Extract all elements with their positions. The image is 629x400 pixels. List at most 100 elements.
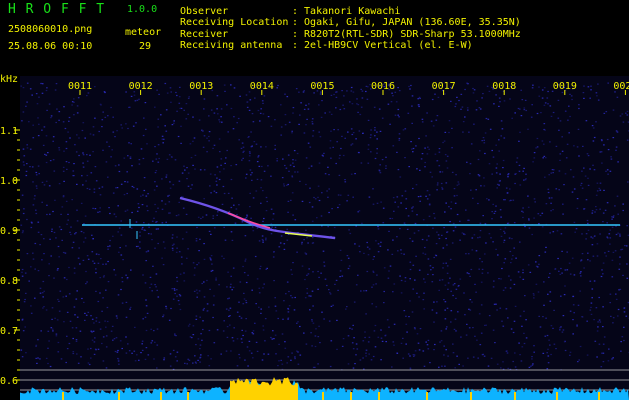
noise-speck — [71, 199, 73, 201]
noise-speck — [179, 273, 182, 275]
noise-speck — [51, 230, 53, 232]
noise-speck — [580, 260, 582, 262]
noise-speck — [561, 150, 564, 152]
noise-speck — [450, 310, 453, 312]
noise-speck — [56, 108, 58, 110]
noise-speck — [55, 335, 58, 337]
noise-speck — [223, 168, 225, 170]
noise-speck — [263, 353, 265, 355]
noise-speck — [292, 107, 295, 109]
noise-speck — [441, 188, 444, 190]
noise-speck — [301, 241, 303, 243]
noise-speck — [32, 124, 34, 126]
noise-speck — [201, 282, 203, 285]
noise-speck — [572, 304, 575, 306]
noise-speck — [445, 237, 447, 240]
noise-speck — [421, 121, 424, 123]
noise-speck — [176, 289, 178, 291]
noise-speck — [576, 325, 578, 327]
noise-speck — [352, 132, 355, 134]
noise-speck — [589, 260, 591, 262]
noise-speck — [327, 226, 329, 228]
noise-speck — [199, 357, 201, 359]
noise-speck — [21, 232, 24, 234]
noise-speck — [545, 246, 547, 248]
noise-speck — [84, 137, 86, 139]
noise-speck — [165, 305, 167, 307]
noise-speck — [487, 365, 490, 367]
noise-speck — [469, 309, 472, 311]
noise-speck — [287, 318, 289, 320]
noise-speck — [576, 146, 579, 148]
noise-speck — [438, 151, 441, 153]
noise-speck — [95, 290, 97, 292]
noise-speck — [426, 198, 429, 200]
noise-speck — [306, 292, 309, 294]
noise-speck — [522, 272, 524, 274]
noise-speck — [491, 218, 493, 220]
noise-speck — [249, 152, 251, 154]
noise-speck — [611, 218, 613, 220]
noise-speck — [112, 131, 115, 133]
noise-speck — [332, 304, 334, 306]
noise-speck — [498, 180, 501, 182]
noise-speck — [324, 173, 327, 175]
noise-speck — [607, 173, 609, 175]
noise-speck — [504, 287, 507, 289]
noise-speck — [154, 146, 156, 148]
noise-speck — [558, 189, 560, 191]
noise-speck — [246, 106, 249, 108]
noise-speck — [622, 274, 624, 276]
noise-speck — [339, 270, 342, 272]
noise-speck — [445, 328, 447, 330]
noise-speck — [76, 220, 79, 222]
noise-speck — [107, 248, 109, 250]
noise-speck — [587, 222, 589, 224]
noise-speck — [377, 225, 379, 228]
noise-speck — [310, 295, 312, 297]
noise-speck — [152, 265, 154, 267]
noise-speck — [206, 303, 209, 305]
noise-speck — [569, 273, 572, 275]
noise-speck — [547, 90, 549, 93]
noise-speck — [242, 265, 244, 268]
noise-speck — [234, 222, 237, 224]
noise-speck — [400, 249, 402, 251]
noise-speck — [592, 140, 595, 142]
noise-speck — [465, 334, 468, 336]
noise-speck — [621, 113, 624, 115]
noise-speck — [309, 309, 311, 311]
noise-speck — [290, 269, 292, 271]
noise-speck — [433, 349, 435, 351]
noise-speck — [169, 181, 171, 183]
noise-speck — [406, 331, 408, 333]
noise-speck — [491, 149, 493, 152]
noise-speck — [468, 219, 470, 221]
noise-speck — [151, 340, 154, 342]
noise-speck — [356, 103, 358, 105]
noise-speck — [291, 132, 293, 134]
noise-speck — [83, 241, 85, 243]
noise-speck — [88, 363, 91, 366]
noise-speck — [552, 111, 555, 114]
noise-speck — [333, 226, 336, 229]
noise-speck — [589, 280, 592, 282]
noise-speck — [367, 86, 369, 88]
noise-speck — [357, 274, 359, 276]
noise-speck — [436, 301, 438, 303]
noise-speck — [368, 248, 371, 250]
noise-speck — [433, 212, 435, 215]
noise-speck — [341, 275, 344, 277]
noise-speck — [452, 343, 454, 345]
noise-speck — [385, 341, 387, 343]
noise-speck — [233, 116, 235, 118]
noise-speck — [518, 342, 520, 344]
noise-speck — [487, 272, 489, 274]
noise-speck — [58, 111, 61, 113]
noise-speck — [606, 202, 609, 204]
noise-speck — [256, 350, 259, 352]
noise-speck — [484, 324, 486, 326]
noise-speck — [251, 113, 254, 115]
noise-speck — [245, 173, 248, 175]
noise-speck — [480, 185, 482, 187]
